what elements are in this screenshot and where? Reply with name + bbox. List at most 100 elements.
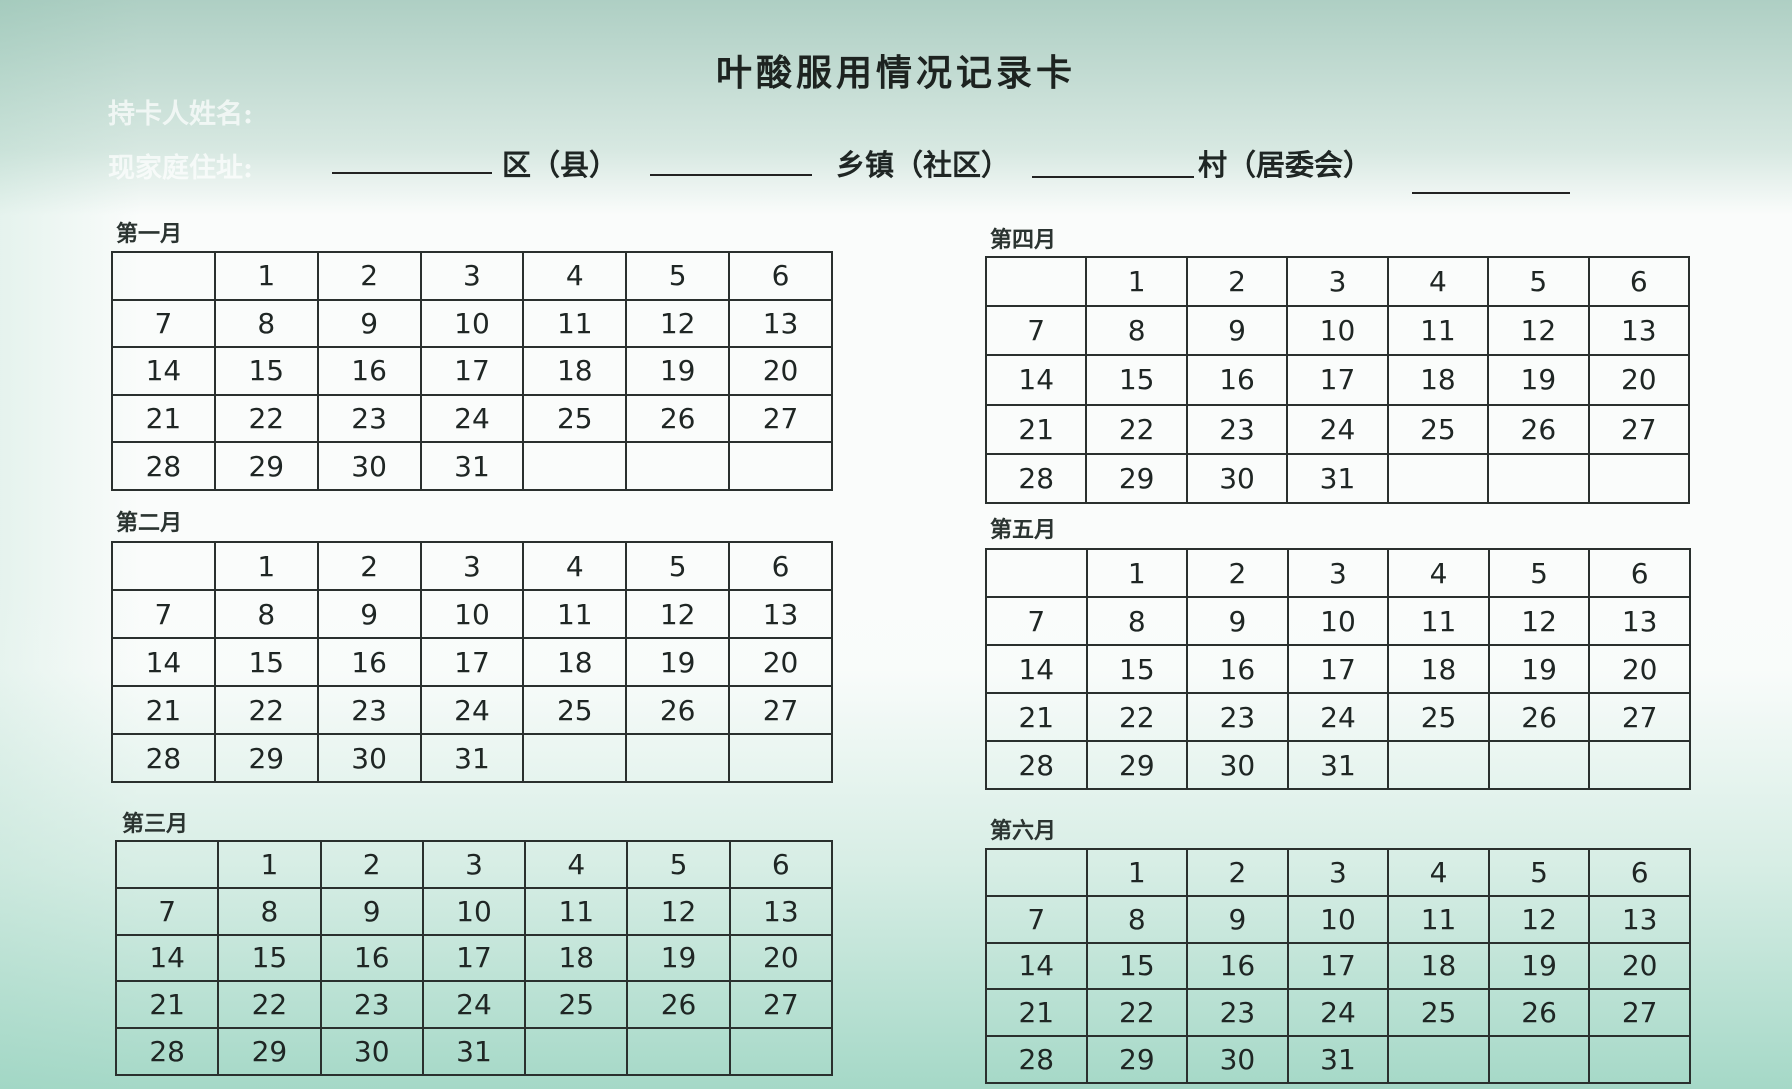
calendar-day-cell[interactable]: 11	[1386, 305, 1490, 357]
calendar-empty-cell[interactable]	[1587, 452, 1691, 505]
calendar-day-cell[interactable]: 16	[1186, 644, 1289, 694]
calendar-day-cell[interactable]: 12	[1487, 596, 1591, 646]
calendar-day-cell[interactable]: 4	[522, 251, 628, 301]
calendar-empty-cell[interactable]	[985, 848, 1088, 897]
calendar-day-cell[interactable]: 21	[984, 403, 1088, 455]
calendar-day-cell[interactable]: 15	[213, 637, 319, 687]
calendar-day-cell[interactable]: 9	[316, 298, 422, 349]
calendar-day-cell[interactable]: 22	[217, 980, 322, 1030]
calendar-day-cell[interactable]: 3	[1286, 548, 1390, 598]
calendar-day-cell[interactable]: 9	[1186, 894, 1289, 944]
calendar-day-cell[interactable]: 4	[1387, 848, 1490, 897]
calendar-day-cell[interactable]: 23	[316, 393, 422, 444]
calendar-day-cell[interactable]: 7	[984, 305, 1088, 357]
calendar-day-cell[interactable]: 10	[421, 886, 527, 936]
calendar-day-cell[interactable]: 25	[1387, 988, 1490, 1038]
calendar-day-cell[interactable]: 20	[1587, 354, 1691, 406]
calendar-day-cell[interactable]: 28	[985, 1035, 1088, 1084]
calendar-day-cell[interactable]: 21	[114, 980, 220, 1030]
calendar-day-cell[interactable]: 20	[1588, 644, 1691, 694]
calendar-day-cell[interactable]: 22	[213, 685, 319, 735]
calendar-day-cell[interactable]: 17	[1286, 941, 1390, 991]
calendar-day-cell[interactable]: 31	[419, 733, 525, 783]
calendar-day-cell[interactable]: 14	[111, 346, 216, 396]
calendar-day-cell[interactable]: 12	[626, 886, 731, 936]
calendar-day-cell[interactable]: 17	[421, 933, 527, 983]
calendar-day-cell[interactable]: 22	[1085, 988, 1189, 1038]
calendar-day-cell[interactable]: 30	[1185, 452, 1289, 505]
calendar-day-cell[interactable]: 16	[316, 346, 422, 396]
calendar-empty-cell[interactable]	[1387, 740, 1490, 790]
calendar-day-cell[interactable]: 25	[522, 685, 628, 735]
calendar-empty-cell[interactable]	[1386, 452, 1490, 505]
calendar-empty-cell[interactable]	[985, 548, 1088, 598]
calendar-day-cell[interactable]: 30	[316, 441, 422, 491]
calendar-day-cell[interactable]: 23	[1186, 692, 1289, 742]
calendar-day-cell[interactable]: 3	[419, 541, 525, 591]
calendar-day-cell[interactable]: 2	[319, 840, 424, 889]
calendar-day-cell[interactable]: 18	[1386, 354, 1490, 406]
calendar-day-cell[interactable]: 1	[1085, 848, 1189, 897]
calendar-day-cell[interactable]: 16	[316, 637, 422, 687]
calendar-empty-cell[interactable]	[1588, 1035, 1691, 1084]
calendar-empty-cell[interactable]	[626, 1027, 731, 1076]
calendar-day-cell[interactable]: 27	[1588, 692, 1691, 742]
calendar-day-cell[interactable]: 26	[625, 685, 731, 735]
calendar-day-cell[interactable]: 27	[728, 393, 833, 444]
calendar-day-cell[interactable]: 7	[985, 596, 1088, 646]
committee-blank[interactable]	[1412, 192, 1570, 194]
calendar-day-cell[interactable]: 26	[625, 393, 731, 444]
calendar-empty-cell[interactable]	[524, 1027, 629, 1076]
calendar-day-cell[interactable]: 10	[1286, 596, 1390, 646]
calendar-day-cell[interactable]: 1	[217, 840, 322, 889]
calendar-empty-cell[interactable]	[984, 255, 1088, 308]
calendar-day-cell[interactable]: 8	[1085, 596, 1189, 646]
calendar-day-cell[interactable]: 10	[1286, 305, 1389, 357]
calendar-day-cell[interactable]: 25	[1386, 403, 1490, 455]
calendar-day-cell[interactable]: 21	[111, 685, 216, 735]
calendar-day-cell[interactable]: 30	[1186, 740, 1289, 790]
calendar-day-cell[interactable]: 7	[114, 886, 220, 936]
calendar-day-cell[interactable]: 29	[217, 1027, 322, 1076]
calendar-day-cell[interactable]: 18	[1387, 941, 1490, 991]
calendar-day-cell[interactable]: 25	[522, 393, 628, 444]
calendar-day-cell[interactable]: 8	[217, 886, 322, 936]
calendar-day-cell[interactable]: 4	[522, 541, 628, 591]
calendar-day-cell[interactable]: 5	[626, 840, 731, 889]
calendar-day-cell[interactable]: 3	[1286, 848, 1390, 897]
calendar-day-cell[interactable]: 23	[1186, 988, 1289, 1038]
calendar-day-cell[interactable]: 4	[524, 840, 629, 889]
calendar-day-cell[interactable]: 18	[522, 637, 628, 687]
calendar-day-cell[interactable]: 20	[728, 933, 834, 983]
calendar-day-cell[interactable]: 16	[1185, 354, 1289, 406]
calendar-day-cell[interactable]: 29	[1085, 740, 1189, 790]
calendar-day-cell[interactable]: 22	[1085, 692, 1189, 742]
calendar-day-cell[interactable]: 29	[213, 733, 319, 783]
calendar-day-cell[interactable]: 24	[419, 393, 525, 444]
calendar-day-cell[interactable]: 17	[1286, 644, 1390, 694]
calendar-day-cell[interactable]: 26	[1487, 403, 1590, 455]
calendar-empty-cell[interactable]	[625, 733, 731, 783]
township-blank[interactable]	[650, 174, 812, 176]
calendar-day-cell[interactable]: 10	[419, 589, 525, 639]
calendar-day-cell[interactable]: 27	[1587, 403, 1691, 455]
calendar-day-cell[interactable]: 7	[985, 894, 1088, 944]
calendar-empty-cell[interactable]	[1387, 1035, 1490, 1084]
calendar-day-cell[interactable]: 26	[1487, 692, 1591, 742]
calendar-day-cell[interactable]: 9	[316, 589, 422, 639]
calendar-day-cell[interactable]: 13	[728, 886, 834, 936]
district-blank[interactable]	[332, 172, 492, 174]
calendar-day-cell[interactable]: 14	[984, 354, 1088, 406]
calendar-day-cell[interactable]: 4	[1387, 548, 1490, 598]
calendar-day-cell[interactable]: 24	[421, 980, 527, 1030]
calendar-empty-cell[interactable]	[111, 251, 216, 301]
calendar-day-cell[interactable]: 2	[1186, 548, 1289, 598]
calendar-day-cell[interactable]: 6	[1588, 848, 1691, 897]
calendar-day-cell[interactable]: 15	[1085, 941, 1189, 991]
calendar-day-cell[interactable]: 15	[1085, 644, 1189, 694]
calendar-day-cell[interactable]: 15	[217, 933, 322, 983]
calendar-day-cell[interactable]: 8	[1085, 894, 1189, 944]
calendar-day-cell[interactable]: 7	[111, 589, 216, 639]
calendar-day-cell[interactable]: 21	[111, 393, 216, 444]
calendar-day-cell[interactable]: 30	[316, 733, 422, 783]
